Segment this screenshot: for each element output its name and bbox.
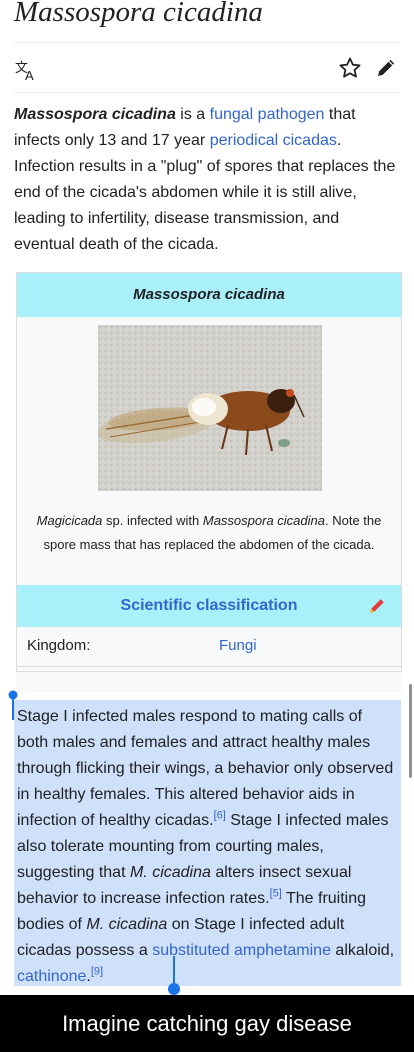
page-actions: 文 A — [14, 54, 400, 86]
scientific-classification-header[interactable]: Scientific classification — [17, 585, 401, 627]
caption-species: Massospora cicadina — [202, 513, 325, 528]
taxonomy-row-kingdom: Kingdom: Fungi — [17, 627, 401, 667]
selected-paragraph[interactable]: Stage I infected males respond to mating… — [17, 704, 397, 990]
link-periodical-cicadas[interactable]: periodical cicadas — [210, 132, 337, 149]
caption-text: sp. infected with — [102, 513, 203, 528]
page-title: Massospora cicadina — [14, 0, 263, 28]
pencil-icon[interactable] — [367, 596, 387, 616]
row-label: Kingdom: — [27, 637, 91, 654]
article-subject: Massospora cicadina — [14, 106, 176, 123]
citation-6[interactable]: [6] — [214, 810, 226, 822]
paragraph-text: Stage I infected males respond to mating… — [17, 708, 394, 829]
scrollbar[interactable] — [409, 684, 412, 778]
cut-off-row — [16, 672, 402, 692]
translate-icon[interactable]: 文 A — [14, 58, 38, 82]
link-fungi[interactable]: Fungi — [219, 637, 257, 654]
selection-start-handle[interactable] — [8, 690, 18, 720]
image-caption: Magicicada sp. infected with Massospora … — [23, 509, 395, 557]
meme-caption: Imagine catching gay disease — [0, 995, 414, 1052]
caption-genus: Magicicada — [36, 513, 103, 528]
link-fungal-pathogen[interactable]: fungal pathogen — [210, 106, 325, 123]
selection-end-handle[interactable] — [167, 956, 181, 995]
wiki-page: Massospora cicadina 文 A Massospora cicad… — [0, 0, 414, 995]
intro-text: is a — [175, 106, 210, 123]
species-name: M. cicadina — [86, 916, 168, 933]
citation-5[interactable]: [5] — [270, 888, 282, 900]
cicada-photo[interactable] — [98, 325, 322, 491]
citation-9[interactable]: [9] — [91, 966, 103, 978]
svg-text:A: A — [25, 68, 34, 82]
intro-paragraph: Massospora cicadina is a fungal pathogen… — [14, 102, 402, 258]
classification-label: Scientific classification — [120, 597, 298, 614]
link-cathinone[interactable]: cathinone — [17, 968, 86, 985]
actions-divider — [14, 92, 400, 93]
paragraph-text: alkaloid, — [330, 942, 395, 959]
intro-text: . Infection results in a "plug" of spore… — [14, 132, 396, 253]
title-divider — [14, 42, 400, 43]
infobox: Massospora cicadina Magicicada sp. infec… — [16, 272, 402, 672]
pencil-icon[interactable] — [374, 56, 398, 80]
species-name: M. cicadina — [129, 864, 211, 881]
infobox-header: Massospora cicadina — [17, 273, 401, 317]
star-icon[interactable] — [338, 56, 362, 80]
